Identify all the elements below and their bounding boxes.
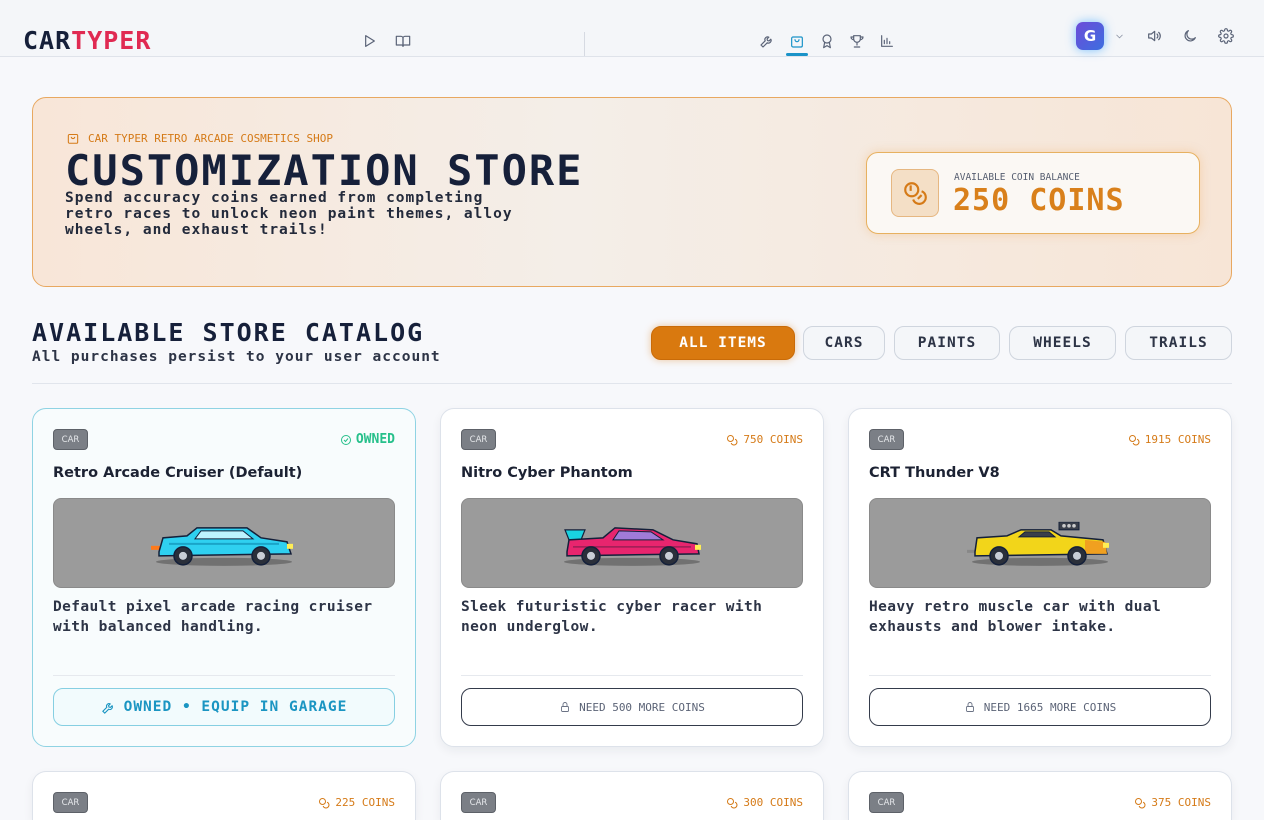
store-item-card[interactable]: CAR 300 COINS [440,771,824,820]
balance-label: AVAILABLE COIN BALANCE [954,172,1080,183]
volume-icon[interactable] [1143,25,1165,47]
item-description: Sleek futuristic cyber racer with neon u… [461,599,763,635]
store-item-card[interactable]: CAR 375 COINS [848,771,1232,820]
user-avatar[interactable]: G [1076,22,1104,50]
car-sprite-cyan [151,527,293,566]
item-description: Default pixel arcade racing cruiser with… [53,599,373,635]
equip-in-garage-button[interactable]: OWNED • EQUIP IN GARAGE [53,688,395,726]
check-circle-icon [340,434,351,445]
catalog-title: AVAILABLE STORE CATALOG [32,318,425,347]
store-hero-banner: CAR TYPER RETRO ARCADE COSMETICS SHOP CU… [32,97,1232,287]
item-price: 375 COINS [1134,796,1211,809]
filter-trails[interactable]: TRAILS [1125,326,1232,360]
trophy-icon[interactable] [846,30,868,52]
gear-icon[interactable] [1215,25,1237,47]
top-navbar: CARTYPER G [0,0,1264,57]
item-type-tag: CAR [869,792,904,813]
filter-all-items[interactable]: ALL ITEMS [651,326,795,360]
coins-icon [891,169,939,217]
nav-active-indicator [786,53,808,56]
locked-purchase-button[interactable]: NEED 1665 MORE COINS [869,688,1211,726]
car-sprite-pink [564,527,701,566]
page-title: CUSTOMIZATION STORE [65,146,584,195]
store-item-card[interactable]: CAR 225 COINS [32,771,416,820]
store-item-card[interactable]: CAR OWNED Retro Arcade Cruiser (Default)… [32,408,416,747]
item-type-tag: CAR [53,792,88,813]
book-icon[interactable] [392,30,414,52]
section-divider [32,383,1232,384]
lock-icon [561,702,570,712]
store-item-card[interactable]: CAR 1915 COINS CRT Thunder V8 Heavy retr… [848,408,1232,747]
car-sprite-yellow [967,521,1109,566]
filter-wheels[interactable]: WHEELS [1009,326,1116,360]
item-type-tag: CAR [53,429,88,450]
shopping-bag-icon[interactable] [786,30,808,52]
coins-icon [1135,797,1146,808]
coin-balance-card: AVAILABLE COIN BALANCE 250 COINS [866,152,1200,234]
locked-purchase-button[interactable]: NEED 500 MORE COINS [461,688,803,726]
filter-paints[interactable]: PAINTS [894,326,1000,360]
item-description: Heavy retro muscle car with dual exhaust… [869,599,1162,635]
moon-icon[interactable] [1179,25,1201,47]
shopping-bag-icon [67,133,79,144]
car-preview [869,498,1211,588]
coins-icon [1128,434,1140,445]
balance-value: 250 COINS [953,183,1125,218]
medal-icon[interactable] [816,30,838,52]
hero-kicker-text: CAR TYPER RETRO ARCADE COSMETICS SHOP [88,131,334,145]
wrench-icon[interactable] [756,30,778,52]
nav-divider [584,32,585,56]
item-price: 750 COINS [726,433,803,446]
item-price: 300 COINS [726,796,803,809]
hero-description: Spend accuracy coins earned from complet… [65,190,513,238]
chevron-down-icon[interactable] [1108,25,1130,47]
filter-cars[interactable]: CARS [803,326,885,360]
bar-chart-icon[interactable] [876,30,898,52]
catalog-subtitle: All purchases persist to your user accou… [32,349,441,365]
item-price: 225 COINS [318,796,395,809]
item-type-tag: CAR [869,429,904,450]
car-preview [461,498,803,588]
owned-badge: OWNED [340,432,395,447]
coins-icon [319,797,330,808]
item-name: CRT Thunder V8 [869,465,1000,481]
lock-icon [965,702,974,712]
coins-icon [727,434,738,445]
play-icon[interactable] [358,30,380,52]
app-logo[interactable]: CARTYPER [23,28,151,53]
item-name: Nitro Cyber Phantom [461,465,633,481]
coins-icon [727,797,738,808]
store-item-card[interactable]: CAR 750 COINS Nitro Cyber Phantom Sleek … [440,408,824,747]
item-name: Retro Arcade Cruiser (Default) [53,465,303,481]
item-type-tag: CAR [461,429,496,450]
item-price: 1915 COINS [1128,433,1211,446]
wrench-icon [101,702,113,714]
car-preview [53,498,395,588]
item-type-tag: CAR [461,792,496,813]
